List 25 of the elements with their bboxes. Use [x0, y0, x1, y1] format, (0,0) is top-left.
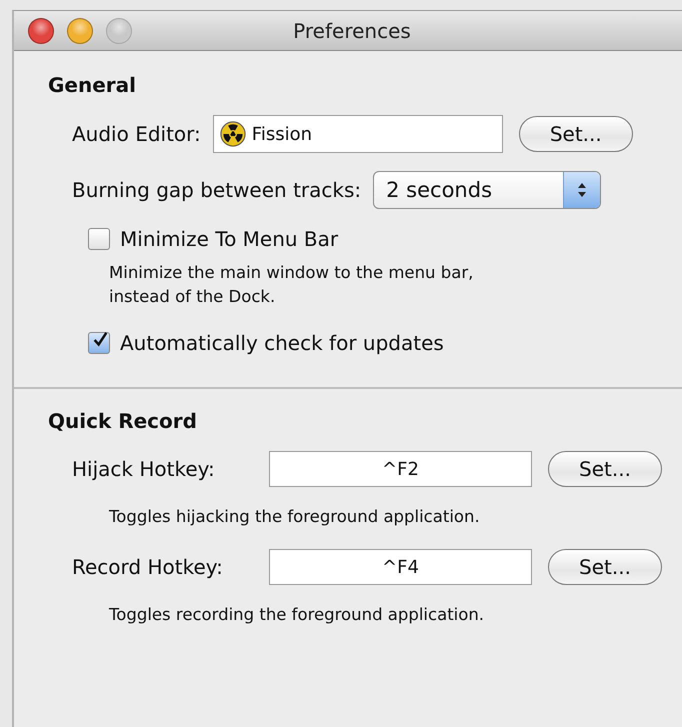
field-label: Record Hotkey:	[72, 555, 224, 579]
description-text: Minimize the main window to the menu bar, instead of the Dock.	[109, 262, 474, 308]
radiation-icon	[220, 121, 246, 147]
section-heading: General	[48, 73, 137, 97]
hotkey-field[interactable]: ^F2	[269, 451, 532, 487]
checkbox[interactable]	[88, 332, 110, 354]
section-heading: Quick Record	[48, 409, 198, 433]
window-title: Preferences	[292, 18, 412, 42]
field-label: Burning gap between tracks:	[72, 178, 362, 202]
hotkey-field[interactable]: ^F4	[269, 549, 532, 585]
description-text: Toggles recording the foreground application.	[109, 604, 486, 626]
checkbox-label: Minimize To Menu Bar	[120, 227, 338, 251]
field-label: Audio Editor:	[72, 122, 201, 146]
stepper-arrows-icon	[563, 172, 600, 208]
checkbox-label: Automatically check for updates	[120, 331, 444, 355]
checkbox[interactable]	[88, 228, 110, 250]
description-text: Toggles hijacking the foreground application.	[109, 506, 481, 528]
close-button[interactable]	[28, 18, 54, 44]
minimize-button[interactable]	[67, 18, 93, 44]
audio-editor-field[interactable]: Fission	[212, 115, 503, 153]
set-button[interactable]: Set...	[518, 116, 633, 152]
set-button[interactable]: Set...	[548, 451, 662, 487]
popup-button[interactable]: 2 seconds	[373, 171, 602, 209]
field-label: Hijack Hotkey:	[72, 457, 216, 481]
set-button[interactable]: Set...	[548, 549, 662, 585]
